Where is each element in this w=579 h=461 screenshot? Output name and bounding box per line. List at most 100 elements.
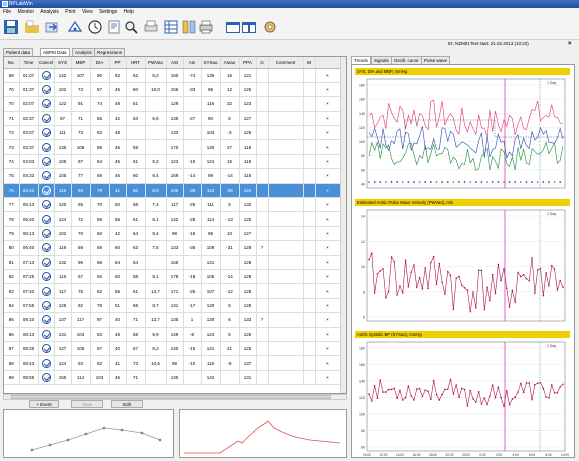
- delete-icon[interactable]: ×: [315, 370, 341, 386]
- print-icon[interactable]: [198, 19, 214, 35]
- table-row[interactable]: 70 02:07 122 91 74 48 61 129 116 32 123 ×: [4, 96, 341, 112]
- delete-icon[interactable]: ×: [315, 154, 341, 170]
- check-circle-icon[interactable]: [41, 286, 51, 296]
- window-layout-icon[interactable]: [241, 19, 257, 35]
- column-header[interactable]: AIx: [183, 57, 202, 69]
- table-row[interactable]: 89 08:58 150 114 104 46 71 130 142 131 ×: [4, 370, 341, 386]
- check-circle-icon[interactable]: [41, 243, 51, 253]
- table-row[interactable]: 73 03:37 135 108 89 46 59 170 130 27 118 ×: [4, 139, 341, 155]
- column-header[interactable]: Time: [19, 57, 39, 69]
- device-icon[interactable]: [67, 19, 83, 35]
- table-row[interactable]: 86 08:13 131 104 83 48 68 9,9 149 -8 124 5 126 ×: [4, 327, 341, 342]
- check-circle-icon[interactable]: [41, 372, 51, 382]
- check-circle-icon[interactable]: [41, 257, 51, 267]
- table-view-icon[interactable]: [163, 19, 179, 35]
- column-header[interactable]: MBP: [71, 57, 91, 69]
- column-header[interactable]: SYSao: [201, 57, 221, 69]
- table-row[interactable]: 71 02:37 97 71 55 42 63 6,6 135 -27 90 6 127 ×: [4, 111, 341, 127]
- tab-analysis[interactable]: Analysis: [72, 48, 95, 56]
- scroll-thumb[interactable]: [11, 395, 331, 399]
- check-circle-icon[interactable]: [41, 272, 51, 282]
- delete-icon[interactable]: ×: [315, 211, 341, 227]
- check-circle-icon[interactable]: [41, 344, 51, 354]
- menu-analysis[interactable]: Analysis: [40, 9, 59, 15]
- table-row[interactable]: 79 06:13 102 70 60 42 64 9,4 98 -16 95 10 127 ×: [4, 226, 341, 242]
- delete-icon[interactable]: ×: [315, 341, 341, 357]
- tab-pulse-wave[interactable]: Pulse wave: [421, 56, 451, 64]
- menu-print[interactable]: Print: [65, 9, 75, 15]
- import-icon[interactable]: [44, 19, 60, 35]
- table-row[interactable]: 70 01:37 102 73 57 45 60 10,0 156 -33 95 12 125 ×: [4, 82, 341, 98]
- delete-icon[interactable]: ×: [315, 283, 341, 299]
- column-header[interactable]: DIA: [90, 57, 110, 69]
- vertical-scrollbar[interactable]: [340, 57, 346, 393]
- window-icon[interactable]: [225, 19, 241, 35]
- tab-patient-data[interactable]: Patient data: [3, 48, 34, 56]
- check-circle-icon[interactable]: [41, 200, 51, 210]
- column-header[interactable]: Cancel: [38, 57, 55, 69]
- delete-icon[interactable]: ×: [315, 139, 341, 155]
- table-row[interactable]: 69 01:07 142 107 90 52 62 8,2 150 -74 136 16 121 ×: [4, 68, 341, 83]
- delete-icon[interactable]: ×: [315, 312, 341, 328]
- delete-icon[interactable]: ×: [315, 68, 341, 83]
- column-header[interactable]: PP: [109, 57, 127, 69]
- delete-icon[interactable]: ×: [315, 96, 341, 112]
- zoom-icon[interactable]: [123, 19, 139, 35]
- table-row[interactable]: 81 07:13 132 96 68 64 64 166 121 128 ×: [4, 255, 341, 270]
- save-button[interactable]: Save: [71, 400, 103, 408]
- table-row[interactable]: 84 07:55 129 92 78 51 68 8,7 131 -17 120 5 128 ×: [4, 298, 341, 314]
- table-row[interactable]: 78 05:40 124 72 59 65 61 8,1 142 -28 114 -13 125 ×: [4, 211, 341, 227]
- delete-icon[interactable]: ×: [315, 183, 341, 199]
- delete-icon[interactable]: ×: [315, 197, 341, 213]
- check-circle-icon[interactable]: [41, 329, 51, 339]
- column-header[interactable]: PPA: [239, 57, 257, 69]
- table-row[interactable]: 87 08:28 127 105 87 40 67 8,2 140 -15 121 21 125 ×: [4, 341, 341, 357]
- column-header[interactable]: W: [303, 57, 316, 69]
- menu-view[interactable]: View: [82, 9, 93, 15]
- check-circle-icon[interactable]: [41, 315, 51, 325]
- clock-icon[interactable]: [87, 19, 103, 35]
- table-row[interactable]: 72 03:07 111 73 63 48 133 103 -3 126 ×: [4, 125, 341, 141]
- table-row[interactable]: 85 08:10 137 117 97 40 71 13,7 135 1 130 6 133? ×: [4, 312, 341, 328]
- column-header[interactable]: No.: [4, 57, 20, 69]
- delete-icon[interactable]: ×: [315, 269, 341, 285]
- check-circle-icon[interactable]: [41, 300, 51, 310]
- column-header[interactable]: [315, 57, 341, 69]
- report-icon[interactable]: [106, 19, 122, 35]
- table-row[interactable]: 82 07:25 116 67 56 60 58 8,1 178 -18 105 -14 128 ×: [4, 269, 341, 285]
- menu-settings[interactable]: Settings: [99, 9, 117, 15]
- check-circle-icon[interactable]: [41, 142, 51, 152]
- check-circle-icon[interactable]: [41, 157, 51, 167]
- delete-icon[interactable]: ×: [315, 327, 341, 342]
- delete-icon[interactable]: ×: [315, 168, 341, 184]
- table-row[interactable]: 88 08:43 124 93 83 41 73 10,6 99 -10 116 -8 137 ×: [4, 355, 341, 371]
- menu-help[interactable]: Help: [124, 9, 134, 15]
- print-preview-icon[interactable]: [143, 19, 159, 35]
- delete-icon[interactable]: ×: [315, 226, 341, 242]
- table-row[interactable]: 80 06:40 119 69 59 60 63 7,5 133 -36 109 -31 128? ×: [4, 240, 341, 256]
- table-row[interactable]: 77 05:13 120 95 70 50 68 7,4 117 -26 111 5 132 ×: [4, 197, 341, 213]
- column-header[interactable]: ASI: [166, 57, 184, 69]
- delete-icon[interactable]: ×: [315, 125, 341, 141]
- delete-icon[interactable]: ×: [315, 355, 341, 371]
- column-header[interactable]: G: [256, 57, 269, 69]
- table-row[interactable]: 76 04:43 119 94 79 41 60 8,9 105 -39 113 -39 124 ×: [4, 183, 341, 199]
- menu-file[interactable]: File: [3, 9, 11, 15]
- tab-oscill-curve[interactable]: Oscill. curve: [391, 56, 422, 64]
- table-row[interactable]: 83 07:40 117 75 62 55 61 13,7 171 -26 107 -12 128 ×: [4, 283, 341, 299]
- open-folder-icon[interactable]: [24, 19, 40, 35]
- add-event-button[interactable]: + Event: [29, 400, 59, 408]
- tab-signals[interactable]: Signals: [371, 56, 392, 64]
- close-icon[interactable]: ×: [568, 40, 572, 48]
- delete-icon[interactable]: ×: [315, 255, 341, 270]
- column-header[interactable]: AIxao: [220, 57, 240, 69]
- menu-monitor[interactable]: Monitor: [17, 9, 34, 15]
- settings-icon[interactable]: [262, 19, 278, 35]
- delete-icon[interactable]: ×: [315, 298, 341, 314]
- check-circle-icon[interactable]: [41, 185, 51, 195]
- check-circle-icon[interactable]: [41, 214, 51, 224]
- check-circle-icon[interactable]: [41, 99, 51, 109]
- column-header[interactable]: SYS: [54, 57, 72, 69]
- tab-regressions[interactable]: Regressions: [94, 48, 126, 56]
- column-header[interactable]: HRT: [126, 57, 146, 69]
